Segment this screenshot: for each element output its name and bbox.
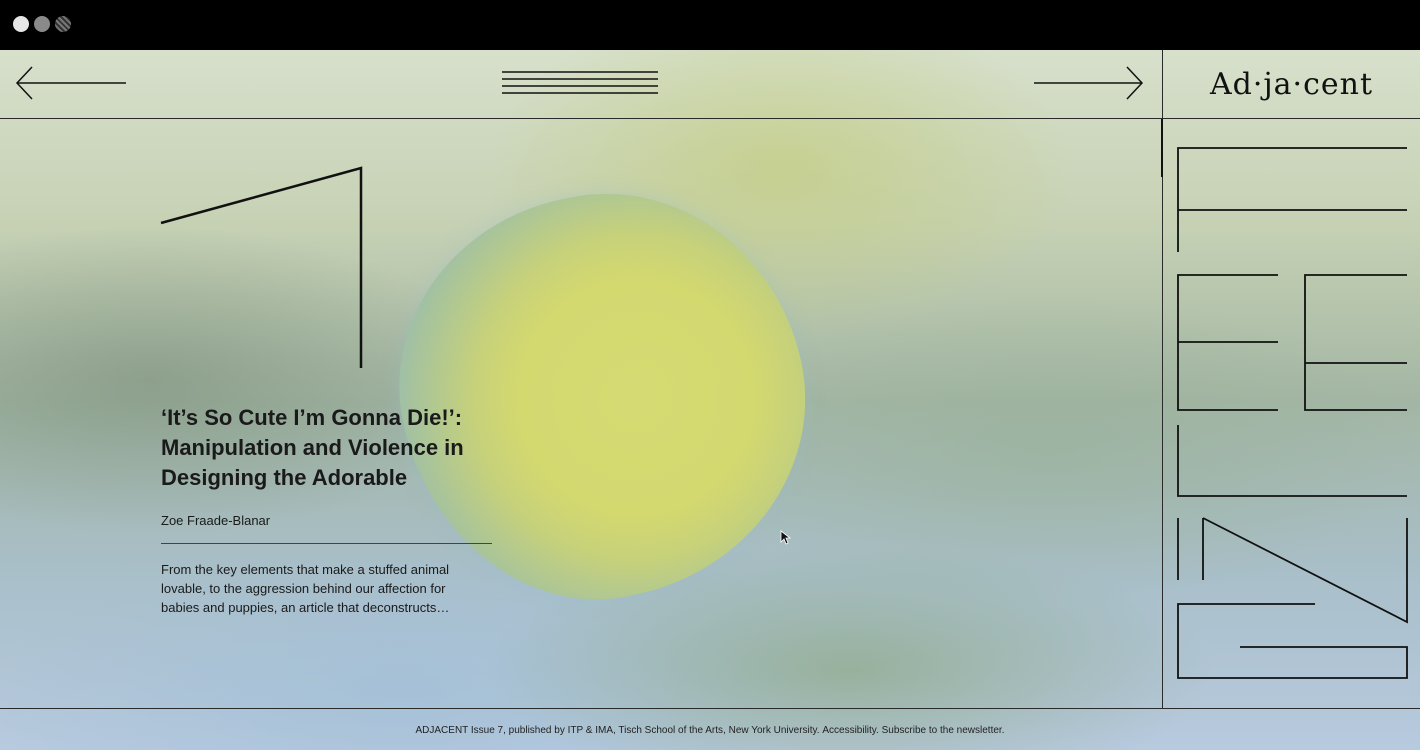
window-maximize-button[interactable]	[55, 16, 71, 32]
article-title[interactable]: ‘It’s So Cute I’m Gonna Die!’: Manipulat…	[161, 403, 521, 493]
window-minimize-button[interactable]	[34, 16, 50, 32]
issue-number-7-graphic	[160, 166, 363, 368]
page: Ad·ja·cent ‘It’s So Cute I’m Gonna Die!’…	[0, 50, 1420, 750]
accessibility-link[interactable]: Accessibility.	[822, 725, 879, 736]
vertical-issue-wordmark	[1177, 147, 1408, 679]
menu-lines-icon	[502, 71, 658, 94]
article-author[interactable]: Zoe Fraade-Blanar	[161, 513, 270, 528]
scroll-indicator[interactable]	[1161, 119, 1163, 177]
menu-button[interactable]	[502, 70, 660, 101]
mouse-pointer-icon	[780, 530, 792, 545]
site-logo[interactable]: Ad·ja·cent	[1163, 50, 1420, 118]
site-header: Ad·ja·cent	[0, 50, 1420, 119]
next-issue-button[interactable]	[1032, 64, 1146, 107]
newsletter-link[interactable]: Subscribe to the newsletter.	[882, 725, 1005, 736]
article-divider	[161, 543, 492, 544]
arrow-right-icon	[1034, 66, 1144, 100]
previous-issue-button[interactable]	[14, 64, 128, 107]
window-close-button[interactable]	[13, 16, 29, 32]
article-excerpt: From the key elements that make a stuffe…	[161, 562, 450, 615]
arrow-left-icon	[15, 66, 126, 100]
footer-text: ADJACENT Issue 7, published by ITP & IMA…	[415, 724, 820, 736]
site-footer: ADJACENT Issue 7, published by ITP & IMA…	[0, 708, 1420, 750]
window-titlebar	[0, 0, 1420, 50]
